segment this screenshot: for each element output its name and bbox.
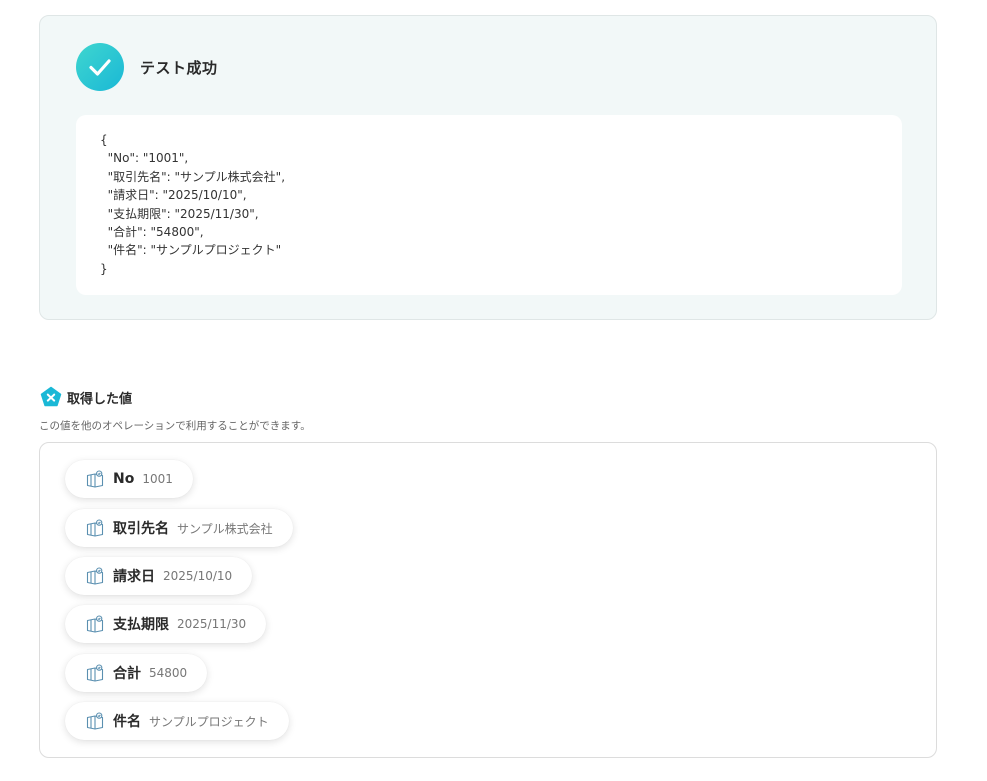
json-line: "取引先名": "サンプル株式会社", xyxy=(100,169,286,184)
value-key: 支払期限 xyxy=(113,617,169,633)
value-chip-client-name[interactable]: 取引先名 サンプル株式会社 xyxy=(65,509,293,547)
section-description: この値を他のオペレーションで利用することができます。 xyxy=(39,420,311,432)
value-chip-invoice-date[interactable]: 請求日 2025/10/10 xyxy=(65,557,253,595)
value-box-icon xyxy=(86,712,104,730)
value-text: 1001 xyxy=(142,472,173,486)
value-text: 2025/11/30 xyxy=(177,617,247,631)
test-success-title: テスト成功 xyxy=(140,59,218,77)
json-line: "件名": "サンプルプロジェクト" xyxy=(100,243,282,258)
json-line: { xyxy=(100,133,108,147)
value-chip-no[interactable]: No 1001 xyxy=(65,460,193,498)
value-box-icon xyxy=(86,664,104,682)
json-line: "No": "1001", xyxy=(100,151,189,166)
check-circle-icon xyxy=(76,43,124,91)
value-chip-due-date[interactable]: 支払期限 2025/11/30 xyxy=(65,605,267,643)
value-chip-total[interactable]: 合計 54800 xyxy=(65,654,208,692)
value-text: 54800 xyxy=(149,666,188,680)
value-box-icon xyxy=(86,470,104,488)
value-key: 合計 xyxy=(113,666,141,682)
value-box-icon xyxy=(86,567,104,585)
value-key: 請求日 xyxy=(113,569,155,585)
json-output-box: { "No": "1001", "取引先名": "サンプル株式会社", "請求日… xyxy=(76,115,902,295)
json-line: "支払期限": "2025/11/30", xyxy=(100,206,259,221)
yoom-pentagon-icon xyxy=(40,386,62,408)
value-key: 取引先名 xyxy=(113,521,169,537)
value-chip-subject[interactable]: 件名 サンプルプロジェクト xyxy=(65,702,289,740)
value-text: サンプル株式会社 xyxy=(177,521,273,536)
test-result-card: テスト成功 { "No": "1001", "取引先名": "サンプル株式会社"… xyxy=(39,15,937,320)
json-line: "請求日": "2025/10/10", xyxy=(100,188,247,203)
value-box-icon xyxy=(86,615,104,633)
values-card: No 1001 取引先名 サンプル株式会社 請求日 2025/10/10 支払期… xyxy=(39,442,937,758)
value-text: サンプルプロジェクト xyxy=(149,714,269,729)
value-key: No xyxy=(113,471,135,487)
value-key: 件名 xyxy=(113,714,141,730)
value-box-icon xyxy=(86,519,104,537)
json-line: "合計": "54800", xyxy=(100,225,204,240)
value-text: 2025/10/10 xyxy=(163,569,233,583)
json-line: } xyxy=(100,261,108,276)
section-title: 取得した値 xyxy=(67,392,133,407)
